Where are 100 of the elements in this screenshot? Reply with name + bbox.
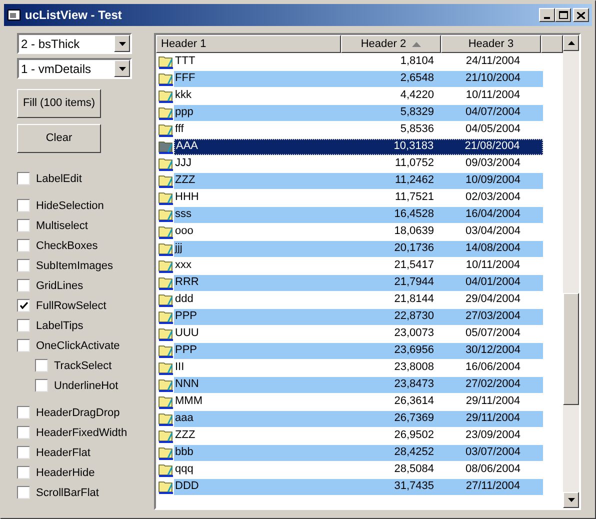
scroll-thumb[interactable] <box>563 293 579 405</box>
table-cell-text: TTT <box>174 54 196 70</box>
column-header[interactable]: Header 3 <box>441 35 541 53</box>
table-cell-text: 05/07/2004 <box>464 326 522 342</box>
app-icon <box>7 8 21 22</box>
table-cell-text: 27/02/2004 <box>464 377 522 392</box>
checkbox[interactable] <box>17 172 30 186</box>
table-cell-text: 1,8104 <box>399 54 435 70</box>
list-row[interactable]: DDD 31,7435 27/11/2004 <box>174 478 543 494</box>
table-cell-text: qqq <box>174 462 194 478</box>
checkbox[interactable] <box>17 446 30 460</box>
list-row[interactable]: jjj 20,1736 14/08/2004 <box>174 240 543 256</box>
push-button[interactable]: Clear <box>17 124 101 154</box>
table-cell-text: 23/09/2004 <box>464 428 522 444</box>
checkbox[interactable] <box>17 406 30 420</box>
table-cell-text: 21/10/2004 <box>464 71 522 86</box>
table-cell-text: 11,0752 <box>394 156 435 172</box>
table-cell-text: kkk <box>174 88 192 104</box>
table-cell-text: 16/04/2004 <box>464 207 522 222</box>
checkbox[interactable] <box>17 319 30 332</box>
folder-icon <box>158 104 174 120</box>
list-row[interactable]: sss 16,4528 16/04/2004 <box>174 206 543 222</box>
table-cell-text: 23,6956 <box>393 343 435 358</box>
scrollbar[interactable] <box>563 35 579 508</box>
table-cell-text: 29/04/2004 <box>464 292 522 308</box>
list-row[interactable]: PPP 22,8730 27/03/2004 <box>174 308 543 324</box>
checkbox-label: HeaderFlat <box>36 446 90 461</box>
checkbox[interactable] <box>17 426 30 440</box>
table-cell-text: 18,0639 <box>393 224 435 240</box>
check-icon <box>20 302 28 310</box>
table-cell-text: ZZZ <box>174 428 196 444</box>
dropdown[interactable]: 2 - bsThick <box>17 33 132 54</box>
table-cell-text: 29/11/2004 <box>464 411 522 426</box>
table-cell-text: 04/01/2004 <box>464 275 522 290</box>
folder-icon <box>158 156 174 172</box>
table-cell-text: 27/03/2004 <box>464 309 522 324</box>
checkbox[interactable] <box>17 239 30 252</box>
table-cell-text: ZZZ <box>174 173 196 188</box>
table-cell-text: bbb <box>174 445 194 460</box>
list-row[interactable]: AAA 10,3183 21/08/2004 <box>174 138 543 154</box>
checkbox[interactable] <box>17 486 30 500</box>
folder-icon <box>158 138 174 154</box>
list-row[interactable]: ppp 5,8329 04/07/2004 <box>174 104 543 120</box>
checkbox[interactable] <box>17 219 30 232</box>
table-cell-text: xxx <box>174 258 192 274</box>
checkbox-label: HeaderDragDrop <box>36 406 120 421</box>
table-cell-text: 27/11/2004 <box>464 479 522 494</box>
folder-icon <box>158 478 174 494</box>
table-cell-text: PPP <box>174 343 198 358</box>
checkbox[interactable] <box>35 379 48 392</box>
folder-icon <box>158 428 174 444</box>
checkbox[interactable] <box>17 299 30 312</box>
checkbox[interactable] <box>17 466 30 480</box>
checkbox-label: LabelTips <box>36 318 84 334</box>
folder-icon <box>158 172 174 188</box>
table-cell-text: 26,7369 <box>393 411 435 426</box>
push-button[interactable]: Fill (100 items) <box>17 88 101 118</box>
table-cell-text: 21/08/2004 <box>464 139 521 154</box>
checkbox-label: HeaderFixedWidth <box>36 426 128 441</box>
table-cell-text: 5,8536 <box>399 122 435 138</box>
list-row[interactable]: FFF 2,6548 21/10/2004 <box>174 70 543 86</box>
folder-icon <box>158 88 174 104</box>
checkbox[interactable] <box>35 359 48 372</box>
table-cell-text: 10/09/2004 <box>464 173 522 188</box>
folder-icon <box>158 444 174 460</box>
table-cell-text: 28,4252 <box>393 445 435 460</box>
folder-icon <box>158 240 174 256</box>
table-cell-text: 04/07/2004 <box>464 105 522 120</box>
list-row[interactable]: RRR 21,7944 04/01/2004 <box>174 274 543 290</box>
dropdown[interactable]: 1 - vmDetails <box>17 58 132 79</box>
table-cell-text: JJJ <box>174 156 192 172</box>
maximize-button[interactable] <box>555 8 571 22</box>
checkbox[interactable] <box>17 279 30 292</box>
checkbox-label: TrackSelect <box>54 358 112 374</box>
caret-icon <box>118 42 126 46</box>
table-cell-text: 22,8730 <box>393 309 435 324</box>
list-row[interactable]: PPP 23,6956 30/12/2004 <box>174 342 543 358</box>
table-cell-text: 30/12/2004 <box>464 343 522 358</box>
minimize-button[interactable] <box>539 8 555 22</box>
table-cell-text: 23,8473 <box>393 377 435 392</box>
folder-icon <box>158 274 174 290</box>
table-cell-text: MMM <box>174 394 204 410</box>
list-row[interactable]: aaa 26,7369 29/11/2004 <box>174 410 543 426</box>
folder-icon <box>158 308 174 324</box>
column-header[interactable]: Header 1 <box>156 35 341 53</box>
table-cell-text: 21,7944 <box>393 275 435 290</box>
list-row[interactable]: NNN 23,8473 27/02/2004 <box>174 376 543 392</box>
folder-icon <box>158 360 174 376</box>
list-row[interactable]: bbb 28,4252 03/07/2004 <box>174 444 543 460</box>
column-header[interactable]: Header 2 <box>341 35 441 53</box>
checkbox[interactable] <box>17 339 30 352</box>
list-row[interactable]: ZZZ 11,2462 10/09/2004 <box>174 172 543 188</box>
folder-icon <box>158 122 174 138</box>
checkbox[interactable] <box>17 259 30 272</box>
scroll-down-icon <box>568 498 574 502</box>
table-cell-text: 16,4528 <box>393 207 435 222</box>
close-button[interactable] <box>573 8 589 22</box>
table-cell-text: fff <box>174 122 185 138</box>
checkbox[interactable] <box>17 199 30 212</box>
table-cell-text: 11,7521 <box>394 190 435 206</box>
